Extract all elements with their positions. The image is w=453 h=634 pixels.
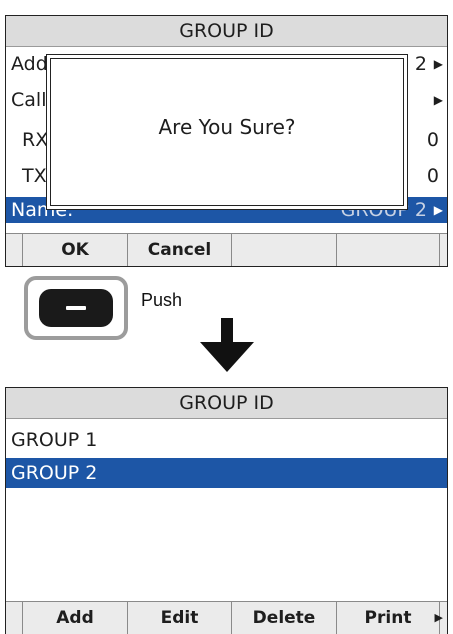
chevron-right-icon: ▶ — [433, 93, 443, 107]
softkey-button-illustration — [24, 276, 128, 340]
blank-softkey-3[interactable] — [231, 234, 336, 266]
chevron-right-icon: ▶ — [433, 203, 443, 217]
menu-item-label: Add — [11, 53, 48, 75]
add-softkey[interactable]: Add — [22, 602, 127, 634]
list-item[interactable]: GROUP 1 — [6, 424, 447, 456]
confirm-dialog: Are You Sure? — [46, 54, 408, 210]
screen-title: GROUP ID — [6, 16, 447, 47]
print-softkey[interactable]: Print — [336, 602, 440, 634]
more-arrow-icon[interactable]: ▶ — [435, 602, 443, 634]
screen-title: GROUP ID — [6, 388, 447, 419]
softkey-bar: OK Cancel — [6, 233, 447, 266]
arrow-down-icon — [200, 318, 254, 372]
list-item-selected[interactable]: GROUP 2 — [6, 458, 447, 488]
list-item-label: GROUP 1 — [11, 429, 98, 451]
minus-icon — [66, 306, 86, 310]
chevron-right-icon: ▶ — [433, 57, 443, 71]
menu-item-label: TX — [22, 165, 47, 187]
softkey-bar: Add Edit Delete Print ▶ — [6, 601, 447, 634]
ok-softkey[interactable]: OK — [22, 234, 127, 266]
confirm-screen: GROUP ID Add 2 ▶ Call ▶ RX 0 TX 0 Name: … — [5, 15, 448, 267]
menu-item-label: Call — [11, 89, 47, 111]
menu-item-value: 2 — [414, 53, 427, 75]
dialog-frame: Are You Sure? — [50, 58, 404, 206]
cancel-softkey[interactable]: Cancel — [127, 234, 231, 266]
menu-item-value: 0 — [426, 165, 439, 187]
menu-item-value: 0 — [426, 129, 439, 151]
push-instruction: Push — [141, 290, 183, 310]
blank-softkey-4[interactable] — [336, 234, 440, 266]
key-icon — [39, 289, 113, 327]
list-item-label: GROUP 2 — [11, 462, 98, 484]
edit-softkey[interactable]: Edit — [127, 602, 231, 634]
group-id-screen: GROUP ID GROUP 1 GROUP 2 Add Edit Delete… — [5, 387, 448, 634]
menu-item-label: RX — [22, 129, 49, 151]
dialog-message: Are You Sure? — [158, 115, 296, 139]
delete-softkey[interactable]: Delete — [231, 602, 336, 634]
